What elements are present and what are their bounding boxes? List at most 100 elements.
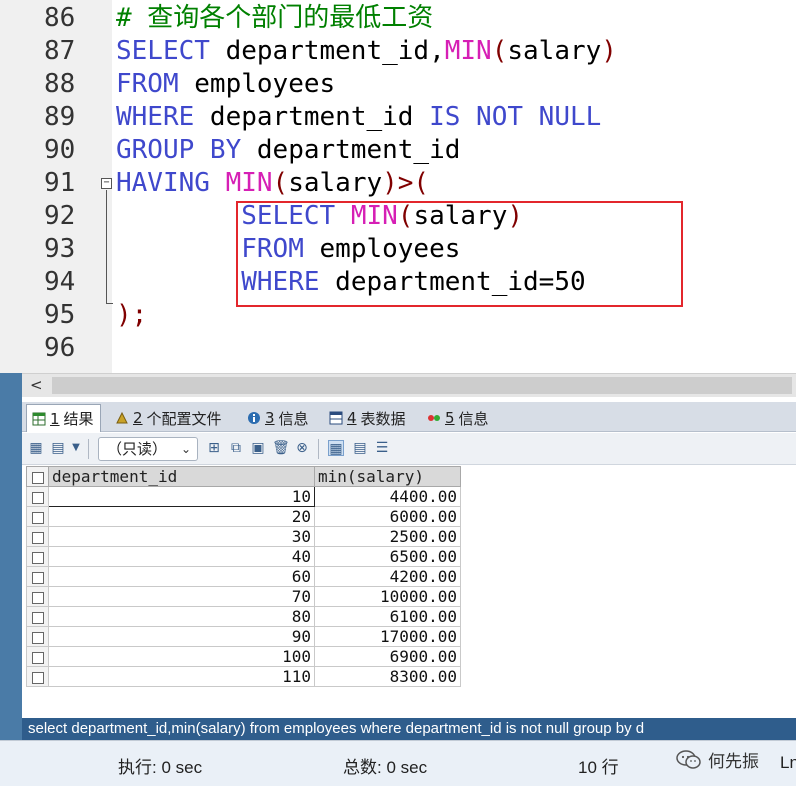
row-checkbox[interactable] <box>26 566 49 587</box>
table-row[interactable]: 10 4400.00 <box>26 486 461 507</box>
row-checkbox[interactable] <box>26 646 49 667</box>
row-checkbox[interactable] <box>26 626 49 647</box>
scroll-thumb[interactable] <box>52 377 792 394</box>
readonly-select[interactable]: （只读） ⌄ <box>98 437 198 461</box>
table-row[interactable]: 70 10000.00 <box>26 586 461 607</box>
form-view-icon[interactable]: ▤ <box>352 440 368 456</box>
table-row[interactable]: 20 6000.00 <box>26 506 461 527</box>
grid-view-icon[interactable]: ▦ <box>328 440 344 457</box>
row-checkbox[interactable] <box>26 586 49 607</box>
code-line[interactable]: SELECT department_id,MIN(salary) <box>116 35 617 68</box>
import-icon[interactable]: ▤ <box>50 440 66 456</box>
cell-department-id[interactable]: 90 <box>48 626 315 647</box>
column-header[interactable]: min(salary) <box>314 466 461 487</box>
table-row[interactable]: 30 2500.00 <box>26 526 461 547</box>
cell-min-salary[interactable]: 6500.00 <box>314 546 461 567</box>
cell-department-id[interactable]: 110 <box>48 666 315 687</box>
checkbox[interactable] <box>31 651 44 664</box>
row-checkbox[interactable] <box>26 526 49 547</box>
code-token: GROUP BY <box>116 135 242 165</box>
checkbox[interactable] <box>31 631 44 644</box>
tab-number: 5 <box>445 409 455 427</box>
tab-result[interactable]: 1 结果 <box>26 404 101 432</box>
text-view-icon[interactable]: ☰ <box>374 440 390 456</box>
row-checkbox[interactable] <box>26 506 49 527</box>
sql-editor[interactable]: 86 # 查询各个部门的最低工资 87 SELECT department_id,MI… <box>0 0 796 373</box>
cell-min-salary[interactable]: 6900.00 <box>314 646 461 667</box>
duplicate-row-icon[interactable]: ⧉ <box>228 440 244 456</box>
code-line[interactable]: GROUP BY department_id <box>116 134 460 167</box>
tab-label: 个配置文件 <box>146 409 222 428</box>
table-row[interactable]: 80 6100.00 <box>26 606 461 627</box>
code-line[interactable]: # 查询各个部门的最低工资 <box>116 2 433 35</box>
cell-department-id[interactable]: 80 <box>48 606 315 627</box>
cell-min-salary[interactable]: 8300.00 <box>314 666 461 687</box>
line-number: 86 <box>44 3 76 33</box>
row-checkbox[interactable] <box>26 486 49 507</box>
cancel-icon[interactable]: ⊗ <box>294 440 310 456</box>
cell-department-id[interactable]: 10 <box>48 486 315 507</box>
code-token: salary <box>507 36 602 66</box>
code-token: ) <box>601 36 617 66</box>
table-row[interactable]: 90 17000.00 <box>26 626 461 647</box>
tab-number: 3 <box>265 409 275 427</box>
table-row[interactable]: 40 6500.00 <box>26 546 461 567</box>
chevron-down-icon: ⌄ <box>180 442 191 456</box>
checkbox[interactable] <box>31 511 44 524</box>
select-all-checkbox[interactable] <box>26 466 49 487</box>
export-icon[interactable]: ▦ <box>28 440 44 456</box>
executed-sql-strip: select department_id,min(salary) from em… <box>22 718 796 740</box>
line-indicator: Ln <box>780 753 796 772</box>
subquery-highlight-box <box>236 201 683 307</box>
row-checkbox[interactable] <box>26 546 49 567</box>
checkbox[interactable] <box>31 491 44 504</box>
checkbox[interactable] <box>31 611 44 624</box>
tab-info[interactable]: 3 信息 <box>242 404 315 432</box>
cell-min-salary[interactable]: 2500.00 <box>314 526 461 547</box>
row-checkbox[interactable] <box>26 666 49 687</box>
save-icon[interactable]: ▣ <box>250 440 266 456</box>
cell-department-id[interactable]: 70 <box>48 586 315 607</box>
cell-department-id[interactable]: 100 <box>48 646 315 667</box>
cell-min-salary[interactable]: 4200.00 <box>314 566 461 587</box>
total-time: 总数: 0 sec <box>343 758 428 777</box>
column-header[interactable]: department_id <box>48 466 315 487</box>
table-row[interactable]: 60 4200.00 <box>26 566 461 587</box>
cell-department-id[interactable]: 60 <box>48 566 315 587</box>
cell-min-salary[interactable]: 4400.00 <box>314 486 461 507</box>
tab-profile[interactable]: 2 个配置文件 <box>110 404 228 432</box>
cell-min-salary[interactable]: 17000.00 <box>314 626 461 647</box>
editor-horizontal-scrollbar[interactable]: < <box>22 373 796 397</box>
cell-department-id[interactable]: 40 <box>48 546 315 567</box>
checkbox[interactable] <box>31 551 44 564</box>
code-line[interactable]: ); <box>116 299 147 332</box>
code-token: SELECT <box>116 36 210 66</box>
fold-toggle-icon[interactable]: − <box>101 178 112 189</box>
fold-guide-end <box>106 303 113 304</box>
cell-min-salary[interactable]: 6100.00 <box>314 606 461 627</box>
tab-info-2[interactable]: 5 信息 <box>422 404 495 432</box>
tab-table-data[interactable]: 4 表数据 <box>324 404 412 432</box>
code-line[interactable]: FROM employees <box>116 68 335 101</box>
insert-row-icon[interactable]: ⊞ <box>206 440 222 456</box>
checkbox[interactable] <box>31 471 44 484</box>
checkbox[interactable] <box>31 671 44 684</box>
table-row[interactable]: 100 6900.00 <box>26 646 461 667</box>
checkbox[interactable] <box>31 591 44 604</box>
chevron-down-icon[interactable]: ▼ <box>68 440 84 456</box>
toolbar-separator <box>88 439 89 459</box>
code-line[interactable]: HAVING MIN(salary)>( <box>116 167 429 200</box>
cell-min-salary[interactable]: 6000.00 <box>314 506 461 527</box>
checkbox[interactable] <box>31 571 44 584</box>
result-grid[interactable]: department_id min(salary) 10 4400.00 20 600… <box>26 466 461 687</box>
row-checkbox[interactable] <box>26 606 49 627</box>
cell-department-id[interactable]: 20 <box>48 506 315 527</box>
checkbox[interactable] <box>31 531 44 544</box>
table-row[interactable]: 110 8300.00 <box>26 666 461 687</box>
delete-icon[interactable]: 🗑 <box>272 440 290 456</box>
scroll-left-arrow-icon[interactable]: < <box>30 376 43 394</box>
cell-min-salary[interactable]: 10000.00 <box>314 586 461 607</box>
cell-department-id[interactable]: 30 <box>48 526 315 547</box>
code-line[interactable]: WHERE department_id IS NOT NULL <box>116 101 601 134</box>
